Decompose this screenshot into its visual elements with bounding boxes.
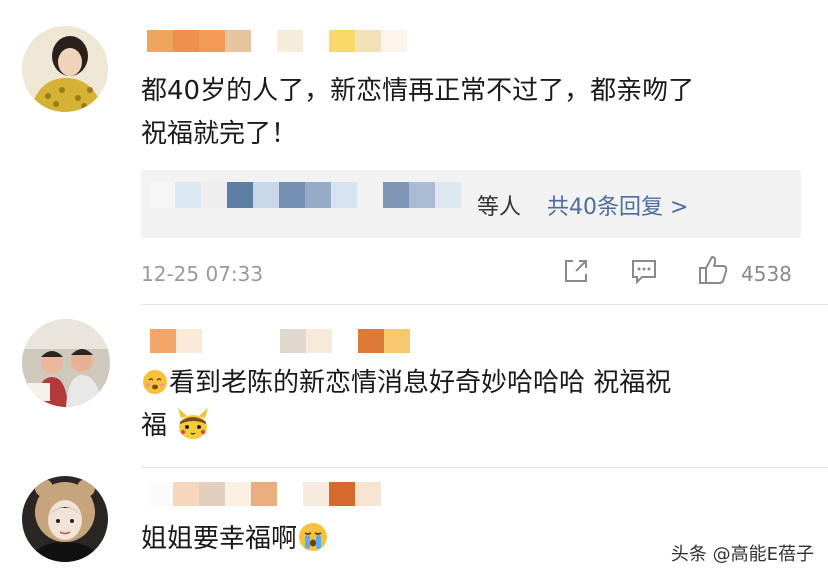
comment-text-line: 看到老陈的新恋情消息好奇妙哈哈哈 祝福祝 [141, 362, 811, 405]
username-mosaic[interactable] [150, 329, 410, 353]
crying-emoji-icon [297, 521, 329, 553]
comment-icon[interactable] [630, 257, 658, 289]
avatar-image [22, 476, 108, 562]
comment-text: 都40岁的人了，新恋情再正常不过了，都亲吻了 祝福就完了！ [141, 70, 811, 156]
thumbs-up-icon[interactable] [697, 254, 729, 290]
reply-summary[interactable]: 等人 共40条回复 > [141, 170, 801, 238]
reply-others-label: 等人 [477, 195, 522, 220]
reply-users-mosaic [149, 182, 461, 208]
avatar[interactable] [22, 26, 108, 112]
comment-1: 都40岁的人了，新恋情再正常不过了，都亲吻了 祝福就完了！ 等人 共40条回复 … [0, 0, 828, 305]
comment-text-segment: 姐姐要幸福啊 [141, 524, 298, 554]
comment-text-line: 福 [141, 405, 811, 448]
comment-text-segment: 看到老陈的新恋情消息好奇妙哈哈哈 祝福祝 [169, 368, 672, 398]
view-replies-link[interactable]: 共40条回复 > [547, 189, 688, 221]
comment-text: 看到老陈的新恋情消息好奇妙哈哈哈 祝福祝 福 [141, 362, 811, 448]
watermark: 头条 @高能E蓓子 [670, 544, 814, 565]
username-mosaic[interactable] [147, 482, 381, 506]
comment-2: 看到老陈的新恋情消息好奇妙哈哈哈 祝福祝 福 [0, 305, 828, 468]
avatar-image [22, 26, 108, 112]
comment-text-line: 祝福就完了！ [141, 119, 298, 149]
pikachu-emoji-icon [175, 408, 211, 440]
avatar[interactable] [22, 476, 108, 562]
avatar[interactable] [22, 319, 110, 407]
face-emoji-icon [141, 367, 169, 395]
share-icon[interactable] [562, 257, 590, 289]
comment-text-line: 都40岁的人了，新恋情再正常不过了，都亲吻了 [141, 76, 695, 106]
username-mosaic[interactable] [147, 30, 407, 52]
avatar-image [22, 319, 110, 407]
comment-timestamp: 12-25 07:33 [141, 262, 264, 286]
like-count: 4538 [741, 262, 792, 286]
comment-text-segment: 福 [141, 411, 168, 441]
